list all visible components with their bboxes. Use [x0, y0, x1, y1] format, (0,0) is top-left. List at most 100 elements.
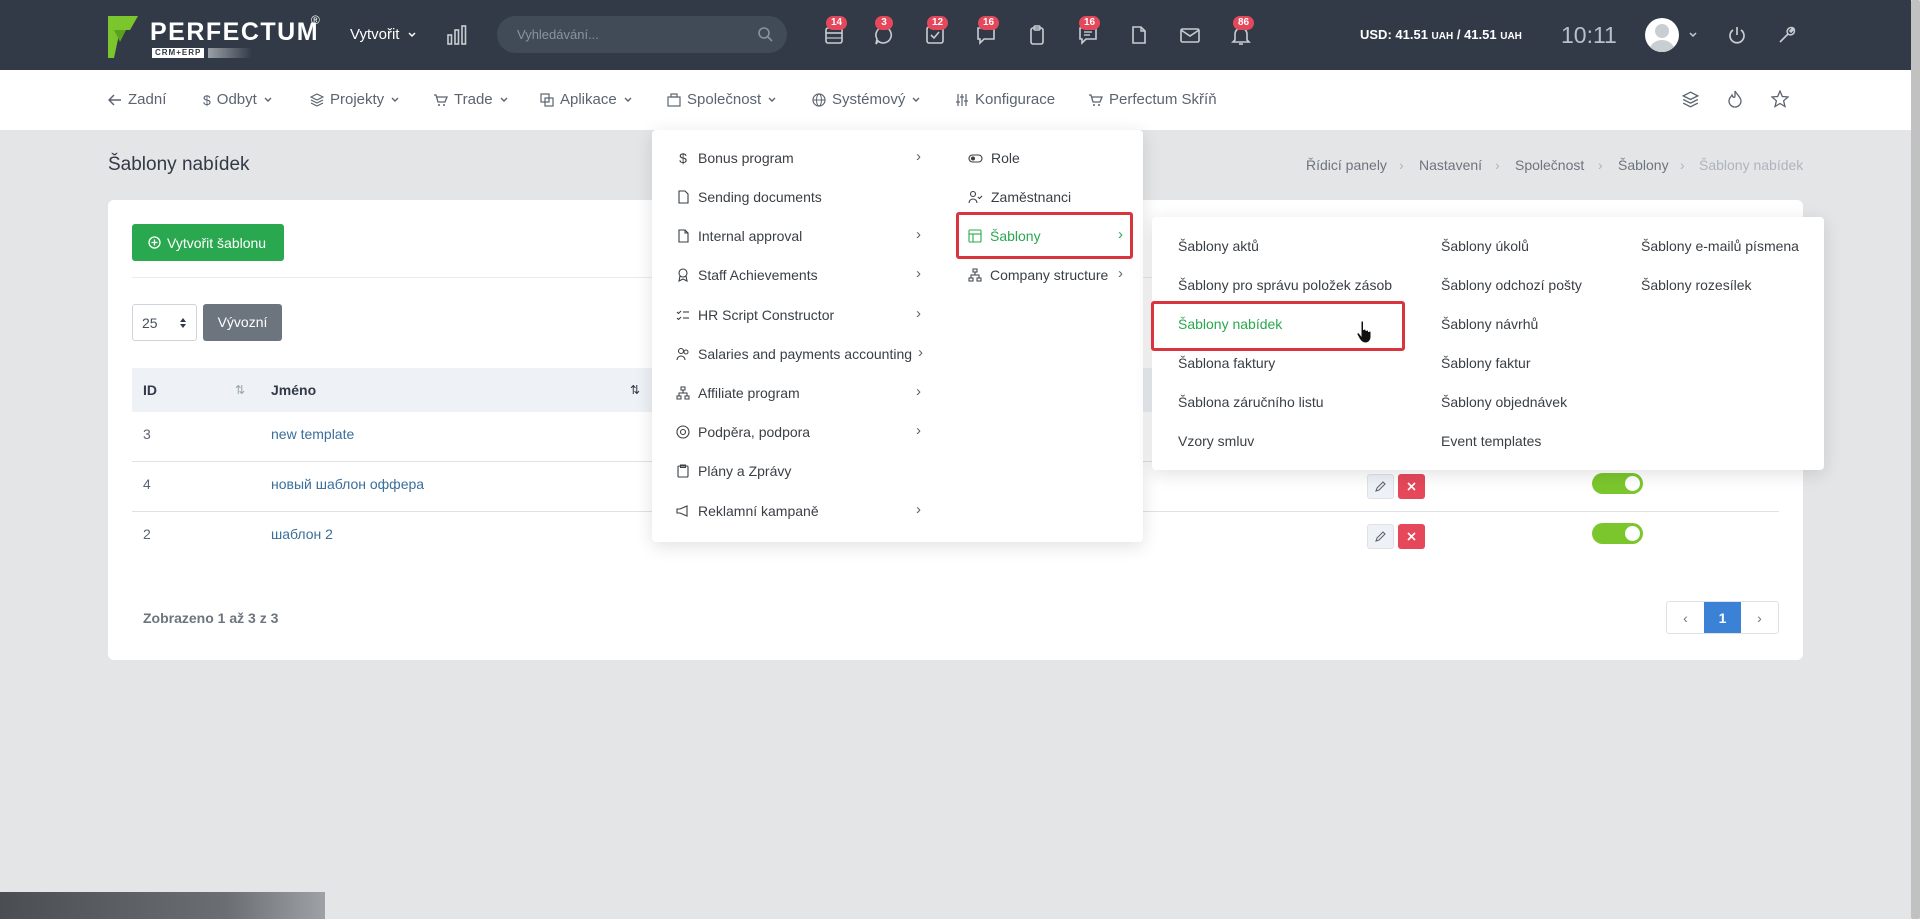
menu-internal-approval[interactable]: Internal approval	[676, 228, 802, 244]
create-template-button[interactable]: Vytvořit šablonu	[132, 224, 284, 261]
comments-badge: 16	[1079, 16, 1101, 30]
submenu-item[interactable]: Šablony objednávek	[1441, 394, 1567, 410]
submenu-item[interactable]: Šablony rozesílek	[1641, 277, 1752, 293]
delete-button[interactable]	[1398, 524, 1425, 549]
page-size-value: 25	[142, 315, 158, 331]
page-size-select[interactable]: 25	[132, 304, 197, 341]
row-name-link[interactable]: new template	[271, 426, 354, 442]
wrench-icon[interactable]	[1777, 25, 1797, 45]
submenu-item[interactable]: Vzory smluv	[1178, 433, 1254, 449]
scrollbar-thumb[interactable]	[1911, 0, 1920, 919]
breadcrumb-dashboards[interactable]: Řídicí panely	[1306, 157, 1387, 173]
column-id[interactable]: ID	[143, 382, 157, 398]
avatar[interactable]	[1645, 18, 1679, 52]
menu-affiliate-program[interactable]: Affiliate program	[676, 385, 800, 401]
menu-plans-reports[interactable]: Plány a Zprávy	[676, 463, 791, 479]
fire-icon[interactable]	[1727, 90, 1743, 108]
menu-company-structure[interactable]: Company structure	[968, 267, 1108, 283]
logo[interactable]: PERFECTUM ® CRM+ERP	[108, 13, 323, 60]
star-icon[interactable]	[1771, 90, 1789, 108]
menu-hr-script-constructor[interactable]: HR Script Constructor	[676, 307, 834, 323]
menu-ad-campaigns[interactable]: Reklamní kampaně	[676, 503, 819, 519]
submenu-item[interactable]: Šablony pro správu položek zásob	[1178, 277, 1392, 293]
menu-employees[interactable]: Zaměstnanci	[968, 189, 1071, 205]
edit-button[interactable]	[1367, 474, 1394, 499]
notifications-badge: 86	[1233, 16, 1255, 30]
brand-sub: CRM+ERP	[152, 48, 205, 58]
menu-staff-achievements[interactable]: Staff Achievements	[676, 267, 818, 283]
next-page-button[interactable]: ›	[1741, 602, 1778, 633]
currency-prefix: USD: 41.51	[1360, 27, 1428, 42]
submenu-item[interactable]: Šablony návrhů	[1441, 316, 1538, 332]
submenu-item[interactable]: Šablony e-mailů písmena	[1641, 238, 1799, 254]
currency-unit-1: UAH	[1431, 31, 1454, 42]
row-id: 4	[143, 476, 151, 492]
menu-sending-documents[interactable]: Sending documents	[676, 189, 822, 205]
chevron-right-icon: ›	[918, 344, 923, 361]
brand-reg: ®	[311, 13, 320, 27]
sort-icon[interactable]: ⇅	[235, 383, 245, 397]
row-name-link[interactable]: новый шаблон оффера	[271, 476, 424, 492]
plus-circle-icon	[148, 236, 161, 249]
menu-bonus-program[interactable]: $ Bonus program	[676, 150, 794, 166]
bar-chart-icon[interactable]	[446, 24, 468, 46]
currency-rate: USD: 41.51 UAH / 41.51 UAH	[1360, 27, 1522, 42]
menu-role[interactable]: Role	[968, 150, 1020, 166]
export-button[interactable]: Vývozní	[203, 304, 282, 341]
nav-system[interactable]: Systémový	[812, 91, 921, 108]
award-icon	[678, 268, 688, 282]
select-arrows-icon	[180, 318, 186, 328]
search-icon[interactable]	[757, 26, 773, 42]
search-box[interactable]: Vyhledávání...	[497, 16, 787, 53]
submenu-item[interactable]: Event templates	[1441, 433, 1541, 449]
nav-projects[interactable]: Projekty	[310, 91, 400, 108]
submenu-item[interactable]: Šablona záručního listu	[1178, 394, 1324, 410]
prev-page-button[interactable]: ‹	[1667, 602, 1704, 633]
chevron-right-icon: ›	[916, 501, 921, 518]
user-check-icon	[968, 190, 983, 204]
submenu-item[interactable]: Šablony odchozí pošty	[1441, 277, 1582, 293]
nav-back[interactable]: Zadní	[108, 91, 166, 108]
breadcrumb-company[interactable]: Společnost	[1515, 157, 1584, 173]
nav-company[interactable]: Společnost	[667, 91, 777, 108]
menu-support[interactable]: Podpěra, podpora	[676, 424, 810, 440]
main-nav: Zadní $ Odbyt Projekty Trade Aplikace Sp…	[0, 70, 1920, 130]
delete-button[interactable]	[1398, 474, 1425, 499]
power-icon[interactable]	[1727, 25, 1747, 45]
mail-icon[interactable]	[1179, 24, 1201, 46]
page-1-button[interactable]: 1	[1704, 602, 1741, 633]
nav-system-label: Systémový	[832, 91, 906, 108]
breadcrumb-settings[interactable]: Nastavení	[1419, 157, 1482, 173]
user-menu-chevron-icon[interactable]	[1688, 31, 1698, 39]
clipboard-icon[interactable]	[1026, 24, 1048, 46]
document-icon[interactable]	[1128, 24, 1150, 46]
nav-sales[interactable]: $ Odbyt	[203, 91, 273, 108]
create-menu-button[interactable]: Vytvořit	[350, 26, 417, 43]
nav-apps[interactable]: Aplikace	[540, 91, 633, 108]
logo-mark-icon	[108, 16, 138, 58]
nav-trade[interactable]: Trade	[433, 91, 509, 108]
menu-label: Bonus program	[698, 150, 794, 166]
chevron-down-icon	[500, 97, 508, 102]
sort-icon[interactable]: ⇅	[630, 383, 640, 397]
row-id: 2	[143, 526, 151, 542]
active-toggle[interactable]	[1592, 473, 1643, 494]
chevron-down-icon	[624, 97, 632, 102]
submenu-item[interactable]: Šablony aktů	[1178, 238, 1259, 254]
nav-store[interactable]: Perfectum Skříň	[1088, 91, 1217, 108]
active-toggle[interactable]	[1592, 523, 1643, 544]
messages-badge: 16	[978, 16, 1000, 30]
currency-mid: / 41.51	[1456, 27, 1497, 42]
chevron-right-icon: ›	[916, 305, 921, 322]
nav-config[interactable]: Konfigurace	[955, 91, 1055, 108]
menu-salaries[interactable]: Salaries and payments accounting	[676, 346, 912, 362]
row-name-link[interactable]: шаблон 2	[271, 526, 333, 542]
menu-label: Plány a Zprávy	[698, 463, 792, 479]
submenu-item[interactable]: Šablony faktur	[1441, 355, 1531, 371]
submenu-item[interactable]: Šablona faktury	[1178, 355, 1275, 371]
breadcrumb-templates[interactable]: Šablony	[1618, 157, 1669, 173]
column-name[interactable]: Jméno	[271, 382, 316, 398]
edit-button[interactable]	[1367, 524, 1394, 549]
submenu-item[interactable]: Šablony úkolů	[1441, 238, 1529, 254]
layers-icon[interactable]	[1682, 91, 1699, 108]
